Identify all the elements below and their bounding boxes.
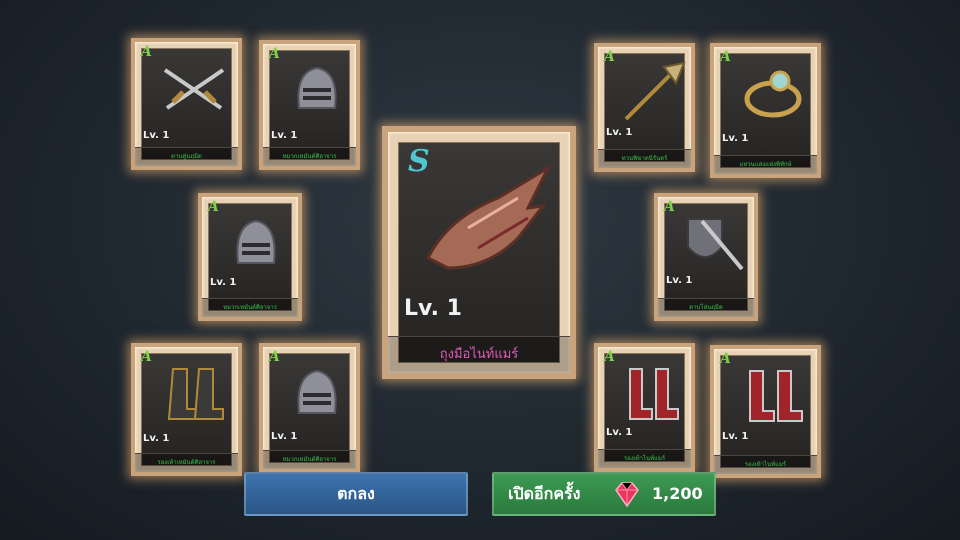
level-label: Lv. 1 [606,427,633,438]
crossed-swords-icon [163,68,225,110]
open-again-label: เปิดอีกครั้ง [508,484,581,503]
boots-icon [629,368,679,420]
item-card[interactable]: A Lv. 1 หมวกเหมันต์ศิลาจาร [198,193,302,321]
item-name: หมวกเหมันต์ศิลาจาร [202,298,298,317]
boots-icon [167,368,224,420]
helmet-icon [297,66,337,109]
item-name: หมวกเหมันต์ศิลาจาร [263,147,356,166]
ring-icon [744,70,802,118]
ruby-gem-icon [615,482,639,508]
item-card[interactable]: A Lv. 1 แหวนแสงแห่งพิทักษ์ [710,43,821,178]
level-label: Lv. 1 [143,130,170,141]
ok-button[interactable]: ตกลง [244,472,468,516]
item-name: รองเท้าไนท์แมร์ [714,455,817,474]
level-label: Lv. 1 [722,431,749,442]
item-name: หมวกเหมันต์ศิลาจาร [263,450,356,469]
level-label: Lv. 1 [722,133,749,144]
level-label: Lv. 1 [143,433,170,444]
level-label: Lv. 1 [606,127,633,138]
item-card[interactable]: A Lv. 1 รองเท้าไนท์แมร์ [710,345,821,478]
featured-item-card[interactable]: S Lv. 1 ถุงมือไนท์แมร์ [382,126,576,379]
item-card[interactable]: A Lv. 1 ดาบคู่นฤมิต [131,38,242,170]
ok-button-label: ตกลง [337,484,375,503]
sword-and-shield-icon [687,218,744,271]
helmet-icon [236,219,276,264]
open-again-button[interactable]: เปิดอีกครั้ง 1,200 [492,472,716,516]
item-name: ถุงมือไนท์แมร์ [388,336,570,373]
item-card[interactable]: A Lv. 1 หมวกเหมันต์ศิลาจาร [259,343,360,473]
level-label: Lv. 1 [666,275,693,286]
level-label: Lv. 1 [404,296,462,321]
item-card[interactable]: A Lv. 1 หมวกเหมันต์ศิลาจาร [259,40,360,170]
item-name: แหวนแสงแห่งพิทักษ์ [714,155,817,174]
item-name: รองเท้าเหมันต์ศิลาจาร [135,453,238,472]
item-name: ทวนพิฆาตนิรันดร์ [598,149,691,168]
item-name: ดาบคู่นฤมิต [135,147,238,166]
gauntlet-icon [425,164,552,270]
item-name: ดาบโล่นฤมิต [658,298,754,317]
item-card[interactable]: A Lv. 1 รองเท้าเหมันต์ศิลาจาร [131,343,242,476]
boots-icon [749,370,803,422]
item-name: รองเท้าไนท์แมร์ [598,449,691,468]
halberd-icon [624,61,686,121]
item-card[interactable]: A Lv. 1 รองเท้าไนท์แมร์ [594,343,695,472]
item-card[interactable]: A Lv. 1 ดาบโล่นฤมิต [654,193,758,321]
cost-value: 1,200 [652,484,703,503]
helmet-icon [297,369,337,414]
level-label: Lv. 1 [271,130,298,141]
level-label: Lv. 1 [271,431,298,442]
item-card[interactable]: A Lv. 1 ทวนพิฆาตนิรันดร์ [594,43,695,172]
level-label: Lv. 1 [210,277,237,288]
